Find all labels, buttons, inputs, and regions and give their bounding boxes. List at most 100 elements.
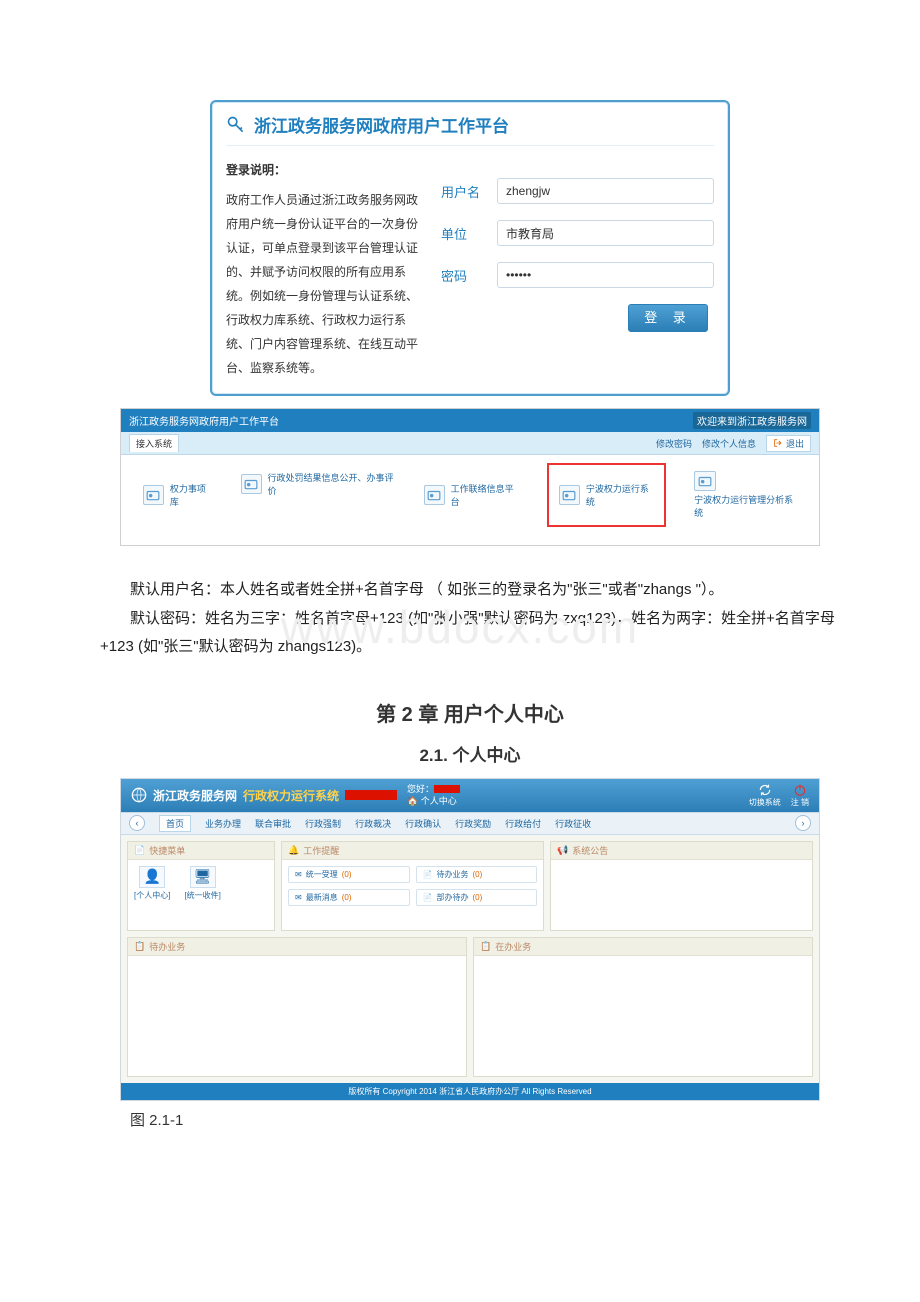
work-item-count: (0) xyxy=(472,870,482,879)
work-item-label: 最新消息 xyxy=(306,892,338,903)
nav-item[interactable]: 行政征收 xyxy=(555,817,591,830)
monitor-icon: 🖥 xyxy=(190,866,216,888)
nav-item[interactable]: 联合审批 xyxy=(255,817,291,830)
portal-welcome: 欢迎来到浙江政务服务网 xyxy=(693,412,811,429)
username-input[interactable]: zhengjw xyxy=(497,178,714,204)
app-label: 宁波权力运行系统 xyxy=(586,482,654,508)
personal-center-link[interactable]: 个人中心 xyxy=(421,796,457,806)
panel-head-notice: 📢 系统公告 xyxy=(551,842,812,860)
power-icon xyxy=(793,783,807,797)
section-2-1-heading: 2.1. 个人中心 xyxy=(100,741,840,766)
exit-label: 退出 xyxy=(786,437,804,450)
exit-icon xyxy=(773,438,783,448)
nav-item[interactable]: 行政强制 xyxy=(305,817,341,830)
exit-button[interactable]: 退出 xyxy=(766,435,811,452)
app-label: 宁波权力运行管理分析系统 xyxy=(694,493,797,519)
nav-home[interactable]: 首页 xyxy=(159,815,191,832)
quick-item-personal[interactable]: 👤 [个人中心] xyxy=(134,866,170,901)
system-footer: 版权所有 Copyright 2014 浙江省人民政府办公厅 All Right… xyxy=(121,1083,819,1100)
panel-title: 系统公告 xyxy=(572,844,608,857)
panel-head-quick-menu: 📄 快捷菜单 xyxy=(128,842,274,860)
panel-pending: 📋 待办业务 xyxy=(127,937,467,1077)
login-panel: 浙江政务服务网政府用户工作平台 登录说明： 政府工作人员通过浙江政务服务网政府用… xyxy=(210,100,730,396)
app-icon xyxy=(559,485,580,505)
brand-text-2: 行政权力运行系统 xyxy=(243,787,339,804)
portal-topbar: 浙江政务服务网政府用户工作平台 欢迎来到浙江政务服务网 xyxy=(121,409,819,432)
chapter-2-heading: 第 2 章 用户个人中心 xyxy=(100,698,840,727)
paragraph-username-rule: 默认用户名：本人姓名或者姓全拼+名首字母 （ 如张三的登录名为"张三"或者"zh… xyxy=(100,576,840,605)
link-change-password[interactable]: 修改密码 xyxy=(656,437,692,450)
nav-next-button[interactable]: › xyxy=(795,815,811,831)
nav-item[interactable]: 行政裁决 xyxy=(355,817,391,830)
portal-title: 浙江政务服务网政府用户工作平台 xyxy=(129,413,279,428)
red-block xyxy=(345,790,397,800)
app-ningbo-power-run[interactable]: 宁波权力运行系统 xyxy=(547,463,666,527)
work-item-news[interactable]: ✉ 最新消息(0) xyxy=(288,889,410,906)
work-item-label: 部办待办 xyxy=(436,892,468,903)
panel-title: 在办业务 xyxy=(495,940,531,953)
portal-tab-apps[interactable]: 接入系统 xyxy=(129,434,179,452)
brand-text-1: 浙江政务服务网 xyxy=(153,787,237,804)
work-item-count: (0) xyxy=(342,870,352,879)
password-input[interactable]: •••••• xyxy=(497,262,714,288)
app-icon xyxy=(694,471,716,491)
panel-head-work-remind: 🔔 工作提醒 xyxy=(282,842,543,860)
panel-title: 快捷菜单 xyxy=(149,844,185,857)
app-icon xyxy=(143,485,164,505)
user-name-redacted xyxy=(434,785,460,793)
work-item-todo[interactable]: 📄 待办业务(0) xyxy=(416,866,538,883)
nav-item[interactable]: 行政给付 xyxy=(505,817,541,830)
panel-head-pending: 📋 待办业务 xyxy=(128,938,466,956)
password-label: 密码 xyxy=(441,266,483,285)
app-label: 工作联络信息平台 xyxy=(451,482,519,508)
header-right-icons: 切换系统 注 销 xyxy=(749,783,809,808)
unit-label: 单位 xyxy=(441,224,483,243)
login-button[interactable]: 登 录 xyxy=(628,304,708,332)
work-item-division[interactable]: 📄 部办待办(0) xyxy=(416,889,538,906)
quick-item-label: [统一收件] xyxy=(184,890,220,901)
paragraph-password-rule: 默认密码：姓名为三字：姓名首字母+123 (如"张小强"默认密码为 zxq123… xyxy=(100,605,840,662)
app-icon xyxy=(241,474,262,494)
work-item-accept[interactable]: ✉ 统一受理(0) xyxy=(288,866,410,883)
person-icon: 👤 xyxy=(139,866,165,888)
nav-prev-button[interactable]: ‹ xyxy=(129,815,145,831)
system-nav: ‹ 首页 业务办理 联合审批 行政强制 行政裁决 行政确认 行政奖励 行政给付 … xyxy=(121,812,819,835)
system-header: 浙江政务服务网 行政权力运行系统 您好： 🏠 个人中心 切换系统 注 销 xyxy=(121,779,819,812)
link-change-info[interactable]: 修改个人信息 xyxy=(702,437,756,450)
quick-item-receive[interactable]: 🖥 [统一收件] xyxy=(184,866,220,901)
body-text: 默认用户名：本人姓名或者姓全拼+名首字母 （ 如张三的登录名为"张三"或者"zh… xyxy=(100,576,840,662)
portal-tabbar: 接入系统 修改密码 修改个人信息 退出 xyxy=(121,432,819,455)
switch-system-label: 切换系统 xyxy=(749,797,781,808)
panel-work-remind: 🔔 工作提醒 ✉ 统一受理(0) 📄 待办业务(0) ✉ 最新消息(0) 📄 部… xyxy=(281,841,544,931)
panel-title: 工作提醒 xyxy=(303,844,339,857)
work-item-label: 统一受理 xyxy=(306,869,338,880)
logout-button[interactable]: 注 销 xyxy=(791,783,809,808)
portal-apps-grid: 权力事项库 行政处罚结果信息公开、办事评价 工作联络信息平台 宁波权力运行系统 xyxy=(121,455,819,545)
login-instructions: 登录说明： 政府工作人员通过浙江政务服务网政府用户统一身份认证平台的一次身份认证… xyxy=(226,158,421,380)
panel-title: 待办业务 xyxy=(149,940,185,953)
figure-caption: 图 2.1-1 xyxy=(130,1109,840,1130)
panel-inprogress: 📋 在办业务 xyxy=(473,937,813,1077)
app-work-contact[interactable]: 工作联络信息平台 xyxy=(424,471,519,519)
login-title: 浙江政务服务网政府用户工作平台 xyxy=(254,112,509,137)
switch-system-button[interactable]: 切换系统 xyxy=(749,783,781,808)
hello-label: 您好： xyxy=(407,784,434,794)
app-ningbo-analysis[interactable]: 宁波权力运行管理分析系统 xyxy=(694,471,797,519)
work-item-label: 待办业务 xyxy=(436,869,468,880)
unit-input[interactable]: 市教育局 xyxy=(497,220,714,246)
work-item-count: (0) xyxy=(472,893,482,902)
nav-item[interactable]: 业务办理 xyxy=(205,817,241,830)
username-label: 用户名 xyxy=(441,182,483,201)
nav-item[interactable]: 行政奖励 xyxy=(455,817,491,830)
work-item-count: (0) xyxy=(342,893,352,902)
portal-screenshot: 浙江政务服务网政府用户工作平台 欢迎来到浙江政务服务网 接入系统 修改密码 修改… xyxy=(120,408,820,546)
refresh-icon xyxy=(758,783,772,797)
nav-item[interactable]: 行政确认 xyxy=(405,817,441,830)
app-penalty-disclosure[interactable]: 行政处罚结果信息公开、办事评价 xyxy=(241,471,396,519)
logout-label: 注 销 xyxy=(791,797,809,808)
login-instructions-title: 登录说明： xyxy=(226,158,421,182)
app-label: 权力事项库 xyxy=(170,482,213,508)
app-power-items[interactable]: 权力事项库 xyxy=(143,471,213,519)
panel-quick-menu: 📄 快捷菜单 👤 [个人中心] 🖥 [统一收件] xyxy=(127,841,275,931)
login-instructions-text: 政府工作人员通过浙江政务服务网政府用户统一身份认证平台的一次身份认证，可单点登录… xyxy=(226,188,421,380)
